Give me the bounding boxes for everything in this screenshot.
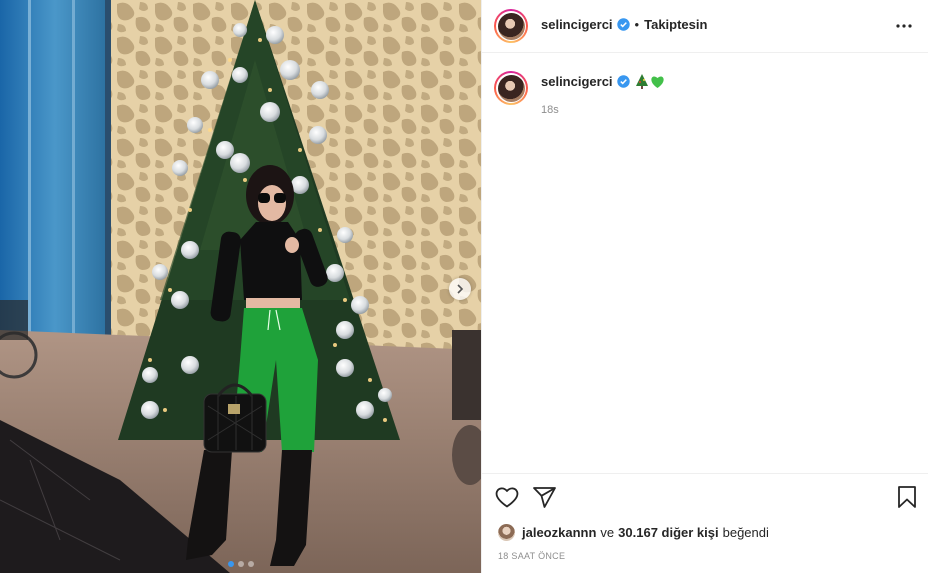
likes-suffix: beğendi xyxy=(722,525,769,540)
post-timestamp[interactable]: 18 SAAT ÖNCE xyxy=(498,551,565,561)
post-photo[interactable] xyxy=(0,0,481,573)
post-details-panel: selincigerci • Takiptesin selincigerci 1… xyxy=(481,0,928,573)
chevron-right-icon xyxy=(457,284,464,294)
carousel-dot xyxy=(237,561,244,567)
following-status[interactable]: Takiptesin xyxy=(644,17,707,32)
next-slide-button[interactable] xyxy=(449,278,471,300)
liker-avatar[interactable] xyxy=(498,524,515,541)
more-options-icon xyxy=(896,24,912,28)
caption-username[interactable]: selincigerci xyxy=(541,74,613,89)
separator-dot: • xyxy=(634,17,640,32)
avatar-image xyxy=(497,12,525,40)
share-icon xyxy=(532,486,556,508)
username-link[interactable]: selincigerci xyxy=(541,17,613,32)
likes-summary: jaleozkannn ve 30.167 diğer kişi beğendi xyxy=(498,524,773,541)
others-count-link[interactable]: 30.167 diğer kişi xyxy=(618,525,718,540)
caption-timestamp: 18s xyxy=(541,104,559,116)
carousel-indicator xyxy=(0,561,481,567)
more-options-button[interactable] xyxy=(892,14,916,38)
actions-divider xyxy=(482,473,928,474)
carousel-dot xyxy=(227,561,234,567)
bookmark-icon xyxy=(898,486,916,508)
header-user-info: selincigerci • Takiptesin xyxy=(541,17,707,32)
heart-icon xyxy=(495,487,519,508)
verified-badge-icon xyxy=(616,75,630,88)
share-button[interactable] xyxy=(532,485,556,509)
photo-scene xyxy=(0,0,481,573)
like-button[interactable] xyxy=(495,485,519,509)
green-heart-emoji xyxy=(650,75,665,89)
avatar-image xyxy=(497,74,525,102)
christmas-tree-emoji xyxy=(635,74,648,89)
carousel-dot xyxy=(247,561,254,567)
avatar[interactable] xyxy=(494,9,528,43)
save-button[interactable] xyxy=(895,485,919,509)
caption-avatar[interactable] xyxy=(494,71,528,105)
caption: selincigerci xyxy=(541,74,665,89)
avatar-frame xyxy=(496,73,526,103)
first-liker-link[interactable]: jaleozkannn xyxy=(522,525,596,540)
post-header: selincigerci • Takiptesin xyxy=(482,0,928,53)
avatar-frame xyxy=(496,11,526,41)
verified-badge-icon xyxy=(616,18,630,31)
likes-connector: ve xyxy=(600,525,615,540)
